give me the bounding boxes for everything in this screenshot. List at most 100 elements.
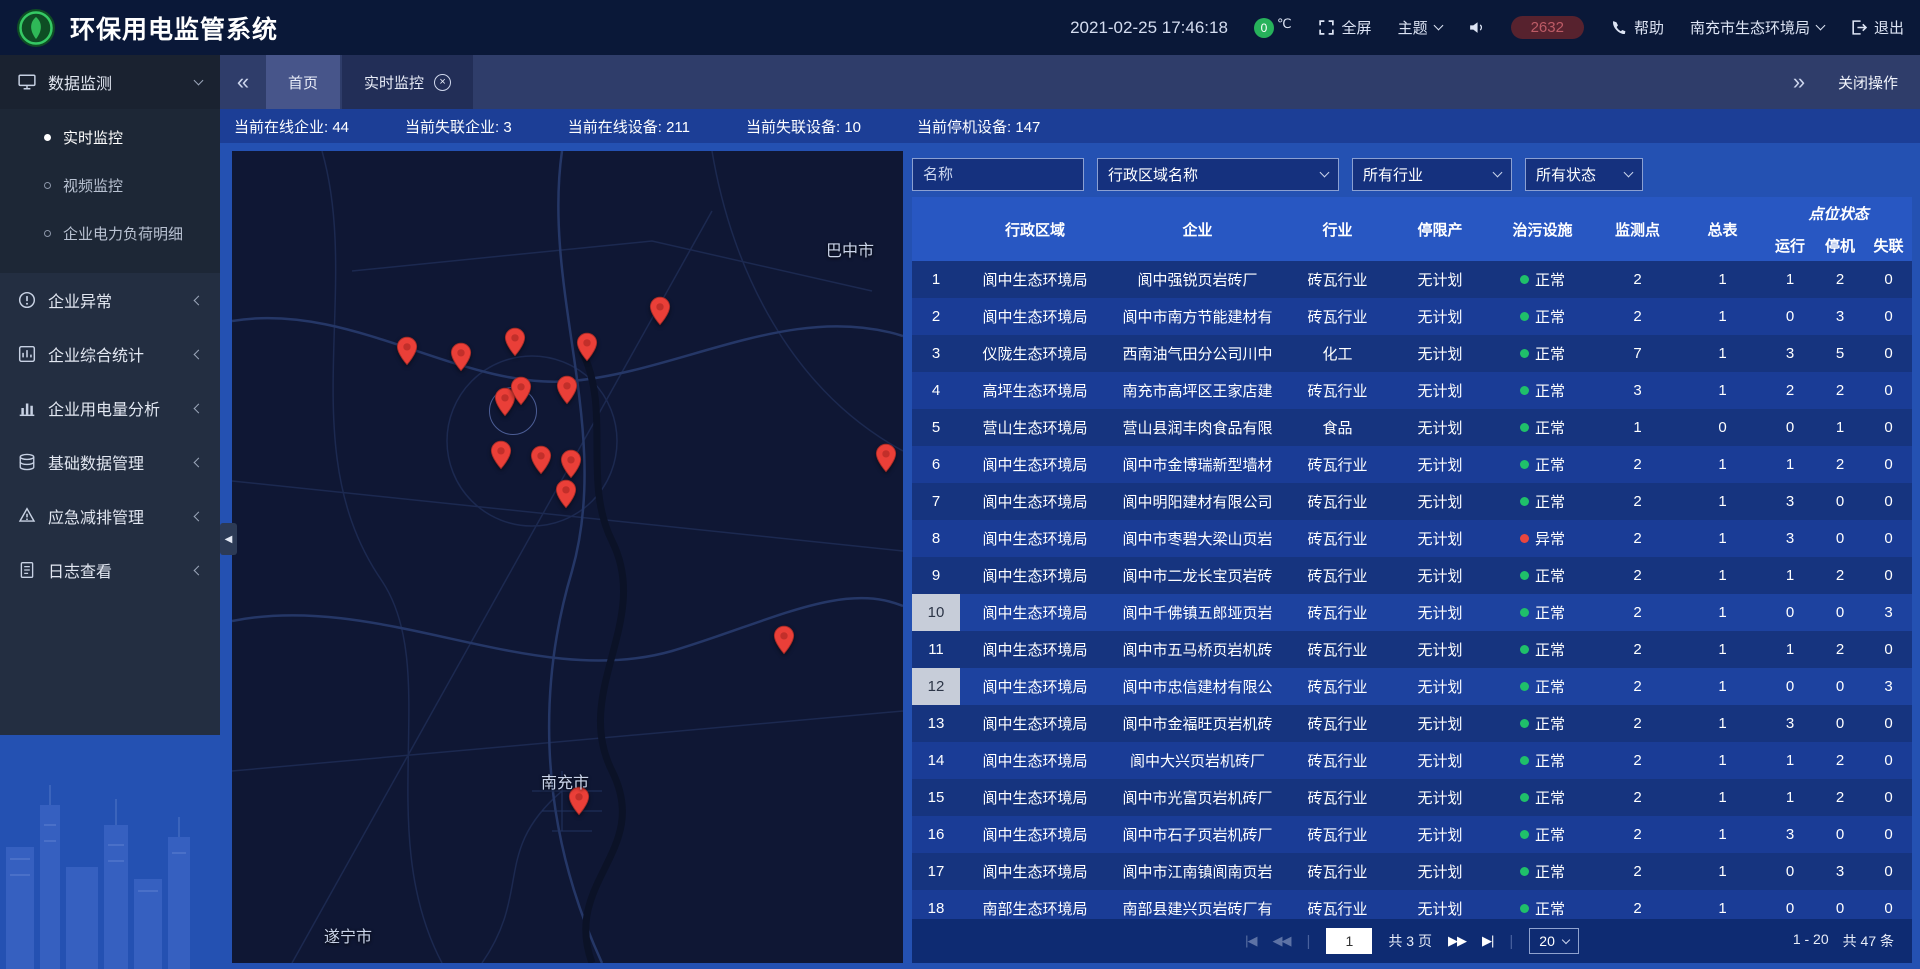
status-dot-green-icon: [1520, 608, 1529, 617]
sidebar-group-2[interactable]: 企业综合统计: [0, 327, 220, 381]
table-row[interactable]: 8阆中生态环境局阆中市枣碧大梁山页岩砖瓦行业无计划异常21300: [912, 520, 1912, 557]
map-pin-icon[interactable]: [773, 625, 795, 655]
table-row[interactable]: 11阆中生态环境局阆中市五马桥页岩机砖砖瓦行业无计划正常21120: [912, 631, 1912, 668]
cell-facility: 异常: [1490, 520, 1595, 557]
map-pin-icon[interactable]: [504, 327, 526, 357]
map-pin-icon[interactable]: [556, 375, 578, 405]
cell-limit: 无计划: [1390, 594, 1490, 631]
status-dot-green-icon: [1520, 571, 1529, 580]
name-filter-input[interactable]: [912, 158, 1084, 191]
table-row[interactable]: 13阆中生态环境局阆中市金福旺页岩机砖砖瓦行业无计划正常21300: [912, 705, 1912, 742]
map-pin-icon[interactable]: [649, 296, 671, 326]
theme-label: 主题: [1398, 17, 1428, 38]
logout-button[interactable]: 退出: [1850, 17, 1904, 38]
cell-limit: 无计划: [1390, 816, 1490, 853]
map-pin-icon[interactable]: [490, 440, 512, 470]
region-filter-select[interactable]: 行政区域名称: [1097, 158, 1339, 191]
col-lost: 失联: [1865, 229, 1912, 261]
industry-filter-select[interactable]: 所有行业: [1352, 158, 1512, 191]
cell-region: 阆中生态环境局: [960, 261, 1110, 298]
page-size-select[interactable]: 20: [1529, 928, 1579, 954]
map-pin-icon[interactable]: [450, 342, 472, 372]
table-row[interactable]: 3仪陇生态环境局西南油气田分公司川中化工无计划正常71350: [912, 335, 1912, 372]
cell-facility: 正常: [1490, 298, 1595, 335]
table-row[interactable]: 14阆中生态环境局阆中大兴页岩机砖厂砖瓦行业无计划正常21120: [912, 742, 1912, 779]
cell-facility: 正常: [1490, 705, 1595, 742]
theme-dropdown[interactable]: 主题: [1398, 17, 1442, 38]
sidebar-group-0[interactable]: 数据监测: [0, 55, 220, 109]
sidebar-group-1[interactable]: 企业异常: [0, 273, 220, 327]
map-collapse-button[interactable]: ◀: [220, 523, 237, 555]
row-index: 12: [912, 668, 960, 705]
cell-company: 阆中市枣碧大梁山页岩: [1110, 520, 1285, 557]
table-row[interactable]: 2阆中生态环境局阆中市南方节能建材有砖瓦行业无计划正常21030: [912, 298, 1912, 335]
sidebar-group-3[interactable]: 企业用电量分析: [0, 381, 220, 435]
map-pin-icon[interactable]: [560, 449, 582, 479]
fullscreen-button[interactable]: 全屏: [1318, 17, 1372, 38]
prev-page-icon[interactable]: ◀◀: [1273, 933, 1291, 949]
map-pin-icon[interactable]: [510, 376, 532, 406]
tab-0[interactable]: 首页: [266, 55, 340, 109]
table-row[interactable]: 7阆中生态环境局阆中明阳建材有限公司砖瓦行业无计划正常21300: [912, 483, 1912, 520]
table-row[interactable]: 16阆中生态环境局阆中市石子页岩机砖厂砖瓦行业无计划正常21300: [912, 816, 1912, 853]
cell-facility: 正常: [1490, 853, 1595, 890]
notice-count-badge[interactable]: 2632: [1511, 16, 1584, 39]
cell-region: 仪陇生态环境局: [960, 335, 1110, 372]
sidebar-group-5[interactable]: 应急减排管理: [0, 489, 220, 543]
help-button[interactable]: 帮助: [1610, 17, 1664, 38]
row-index: 11: [912, 631, 960, 668]
map-pin-icon[interactable]: [555, 479, 577, 509]
tabs-scroll-right-icon[interactable]: »: [1776, 69, 1822, 95]
stat-item: 当前失联设备: 10: [746, 116, 861, 137]
tabs-scroll-left-icon[interactable]: «: [220, 55, 266, 109]
sidebar-group-6[interactable]: 日志查看: [0, 543, 220, 597]
cell-region: 阆中生态环境局: [960, 446, 1110, 483]
cell-stop: 0: [1815, 705, 1865, 742]
table-row[interactable]: 5营山生态环境局营山县润丰肉食品有限食品无计划正常10010: [912, 409, 1912, 446]
last-page-icon[interactable]: ▶|: [1482, 933, 1493, 949]
table-row[interactable]: 6阆中生态环境局阆中市金博瑞新型墙材砖瓦行业无计划正常21120: [912, 446, 1912, 483]
table-row[interactable]: 4高坪生态环境局南充市高坪区王家店建砖瓦行业无计划正常31220: [912, 372, 1912, 409]
map-pin-icon[interactable]: [576, 332, 598, 362]
exit-icon: [1850, 19, 1867, 36]
cell-facility: 正常: [1490, 261, 1595, 298]
row-index: 5: [912, 409, 960, 446]
sidebar: 数据监测实时监控视频监控企业电力负荷明细企业异常企业综合统计企业用电量分析基础数…: [0, 55, 220, 969]
table-row[interactable]: 15阆中生态环境局阆中市光富页岩机砖厂砖瓦行业无计划正常21120: [912, 779, 1912, 816]
sidebar-group-4[interactable]: 基础数据管理: [0, 435, 220, 489]
cell-lost: 0: [1865, 631, 1912, 668]
next-page-icon[interactable]: ▶▶: [1448, 933, 1466, 949]
cell-meters: 1: [1680, 446, 1765, 483]
tab-close-icon[interactable]: ×: [434, 74, 451, 91]
sidebar-item-2[interactable]: 企业电力负荷明细: [0, 209, 220, 257]
chevron-left-icon: [194, 511, 204, 521]
table-row[interactable]: 18南部生态环境局南部县建兴页岩砖厂有砖瓦行业无计划正常21000: [912, 890, 1912, 919]
close-operations-button[interactable]: 关闭操作: [1838, 72, 1898, 93]
cell-lost: 0: [1865, 483, 1912, 520]
col-run: 运行: [1765, 229, 1815, 261]
page-number-input[interactable]: [1326, 928, 1372, 954]
table-row[interactable]: 1阆中生态环境局阆中强锐页岩砖厂砖瓦行业无计划正常21120: [912, 261, 1912, 298]
table-row[interactable]: 17阆中生态环境局阆中市江南镇阆南页岩砖瓦行业无计划正常21030: [912, 853, 1912, 890]
table-row[interactable]: 12阆中生态环境局阆中市忠信建材有限公砖瓦行业无计划正常21003: [912, 668, 1912, 705]
cell-company: 阆中市江南镇阆南页岩: [1110, 853, 1285, 890]
table-row[interactable]: 10阆中生态环境局阆中千佛镇五郎垭页岩砖瓦行业无计划正常21003: [912, 594, 1912, 631]
map-pin-icon[interactable]: [875, 443, 897, 473]
sidebar-item-1[interactable]: 视频监控: [0, 161, 220, 209]
first-page-icon[interactable]: |◀: [1245, 933, 1256, 949]
notice-speaker-button[interactable]: [1468, 19, 1485, 36]
tab-1[interactable]: 实时监控×: [342, 55, 473, 109]
table-panel: 行政区域名称 所有行业 所有状态: [912, 151, 1912, 963]
map-roads: [232, 151, 903, 963]
sidebar-item-0[interactable]: 实时监控: [0, 113, 220, 161]
org-dropdown[interactable]: 南充市生态环境局: [1690, 17, 1824, 38]
cell-lost: 3: [1865, 668, 1912, 705]
map-pin-icon[interactable]: [530, 445, 552, 475]
map-pin-icon[interactable]: [396, 336, 418, 366]
table-row[interactable]: 9阆中生态环境局阆中市二龙长宝页岩砖砖瓦行业无计划正常21120: [912, 557, 1912, 594]
cell-lost: 0: [1865, 335, 1912, 372]
tab-list: 首页实时监控×: [266, 55, 473, 109]
status-filter-select[interactable]: 所有状态: [1525, 158, 1643, 191]
cell-company: 阆中市南方节能建材有: [1110, 298, 1285, 335]
map[interactable]: 巴中市南充市遂宁市 ◀: [232, 151, 903, 963]
